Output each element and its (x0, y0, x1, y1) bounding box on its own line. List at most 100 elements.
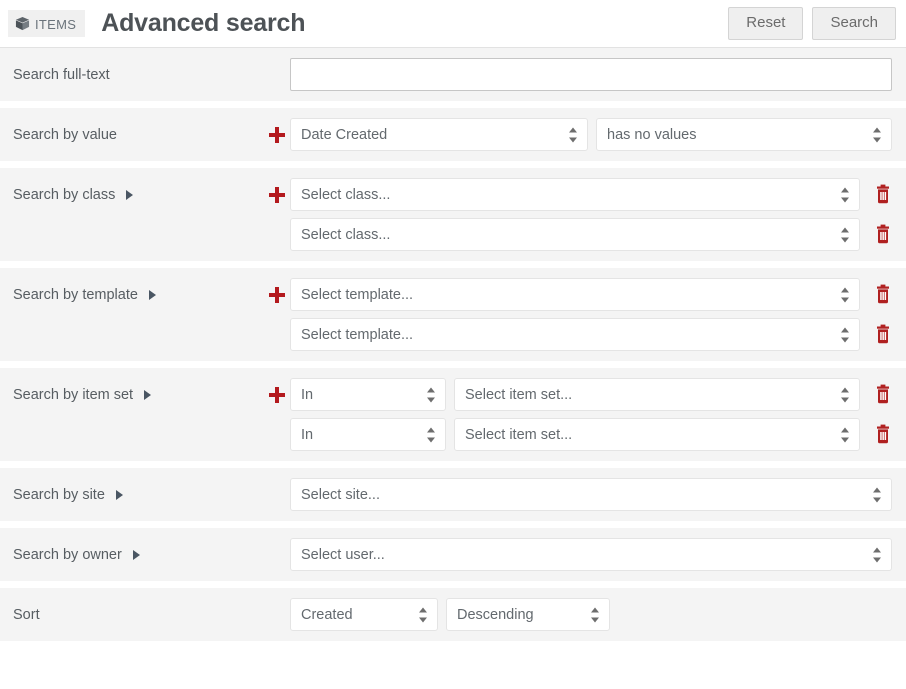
field-line-template-1: Select template... (290, 278, 892, 311)
value-operator-select[interactable]: has no values (596, 118, 892, 151)
reset-button[interactable]: Reset (728, 6, 804, 41)
add-template-query[interactable] (264, 268, 290, 303)
field-line-class-2: Select class... (290, 218, 892, 251)
sort-direction-select[interactable]: Descending (446, 598, 610, 631)
delete-icon[interactable] (874, 284, 892, 306)
sort-by-text: Created (301, 606, 353, 623)
fields-class: Select class... Select class... (290, 168, 892, 261)
search-button[interactable]: Search (812, 6, 896, 41)
class-select-2[interactable]: Select class... (290, 218, 860, 251)
label-text-value: Search by value (13, 126, 117, 143)
value-property-text: Date Created (301, 126, 388, 143)
add-value-query[interactable] (264, 108, 290, 143)
stepper-icon (841, 227, 850, 242)
stepper-icon (427, 387, 436, 402)
expand-arrow-icon[interactable] (126, 189, 134, 200)
stepper-icon (841, 427, 850, 442)
expand-arrow-icon[interactable] (148, 289, 156, 300)
template-select-2-text: Select template... (301, 326, 414, 343)
row-search-by-value: Search by value Date Created has no valu… (0, 108, 906, 161)
fields-item-set: In Select item set... In Select item set… (290, 368, 892, 461)
row-search-by-template: Search by template Select template... Se… (0, 268, 906, 361)
plus-icon[interactable] (269, 387, 285, 403)
template-select-2[interactable]: Select template... (290, 318, 860, 351)
fields-value: Date Created has no values (290, 108, 892, 161)
row-label-full-text: Search full-text (0, 48, 264, 101)
row-label-sort: Sort (0, 588, 264, 641)
item-set-operator-2[interactable]: In (290, 418, 446, 451)
field-line-sort: Created Descending (290, 598, 892, 631)
items-badge-label: Items (35, 17, 77, 32)
class-select-1[interactable]: Select class... (290, 178, 860, 211)
stepper-icon (841, 387, 850, 402)
row-label-site: Search by site (0, 468, 264, 521)
cube-icon (15, 16, 30, 31)
expand-arrow-icon[interactable] (144, 389, 152, 400)
delete-icon[interactable] (874, 224, 892, 246)
class-select-2-text: Select class... (301, 226, 391, 243)
stepper-icon (841, 287, 850, 302)
plus-icon[interactable] (269, 187, 285, 203)
value-operator-text: has no values (607, 126, 697, 143)
delete-icon[interactable] (874, 184, 892, 206)
row-search-by-class: Search by class Select class... Select c… (0, 168, 906, 261)
stepper-icon (569, 127, 578, 142)
fields-sort: Created Descending (290, 588, 892, 641)
field-line-owner: Select user... (290, 538, 892, 571)
value-property-select[interactable]: Date Created (290, 118, 588, 151)
row-label-value: Search by value (0, 108, 264, 161)
item-set-select-2[interactable]: Select item set... (454, 418, 860, 451)
stepper-icon (841, 327, 850, 342)
row-search-by-item-set: Search by item set In Select item set... (0, 368, 906, 461)
expand-arrow-icon[interactable] (132, 549, 140, 560)
delete-icon[interactable] (874, 384, 892, 406)
owner-select[interactable]: Select user... (290, 538, 892, 571)
label-text-sort: Sort (13, 606, 40, 623)
field-line-class-1: Select class... (290, 178, 892, 211)
field-line-template-2: Select template... (290, 318, 892, 351)
add-item-set-query[interactable] (264, 368, 290, 403)
delete-icon[interactable] (874, 424, 892, 446)
row-label-class: Search by class (0, 168, 264, 221)
row-label-template: Search by template (0, 268, 264, 321)
fields-site: Select site... (290, 468, 892, 521)
field-line-full-text (290, 58, 892, 91)
label-text-class: Search by class (13, 186, 116, 203)
row-search-by-owner: Search by owner Select user... (0, 528, 906, 581)
site-select[interactable]: Select site... (290, 478, 892, 511)
field-line-item-set-1: In Select item set... (290, 378, 892, 411)
expand-arrow-icon[interactable] (115, 489, 123, 500)
page-header: Items Advanced search Reset Search (0, 0, 906, 48)
label-text-full-text: Search full-text (13, 66, 110, 83)
search-full-text-input[interactable] (290, 58, 892, 91)
stepper-icon (591, 607, 600, 622)
add-class-query[interactable] (264, 168, 290, 203)
plus-icon[interactable] (269, 287, 285, 303)
template-select-1[interactable]: Select template... (290, 278, 860, 311)
row-label-owner: Search by owner (0, 528, 264, 581)
label-text-item-set: Search by item set (13, 386, 134, 403)
stepper-icon (427, 427, 436, 442)
row-search-full-text: Search full-text (0, 48, 906, 101)
fields-template: Select template... Select template... (290, 268, 892, 361)
field-line-item-set-2: In Select item set... (290, 418, 892, 451)
items-badge[interactable]: Items (8, 10, 86, 37)
stepper-icon (841, 187, 850, 202)
fields-owner: Select user... (290, 528, 892, 581)
plus-icon[interactable] (269, 127, 285, 143)
item-set-select-1-text: Select item set... (465, 386, 573, 403)
delete-icon[interactable] (874, 324, 892, 346)
item-set-operator-1-text: In (301, 386, 314, 403)
sort-by-select[interactable]: Created (290, 598, 438, 631)
row-sort: Sort Created Descending (0, 588, 906, 641)
advanced-search-form: Search full-text Search by value Date Cr… (0, 48, 906, 641)
stepper-icon (873, 547, 882, 562)
item-set-select-1[interactable]: Select item set... (454, 378, 860, 411)
stepper-icon (419, 607, 428, 622)
label-text-template: Search by template (13, 286, 138, 303)
fields-full-text (290, 48, 892, 101)
item-set-select-2-text: Select item set... (465, 426, 573, 443)
item-set-operator-1[interactable]: In (290, 378, 446, 411)
label-text-owner: Search by owner (13, 546, 122, 563)
item-set-operator-2-text: In (301, 426, 314, 443)
